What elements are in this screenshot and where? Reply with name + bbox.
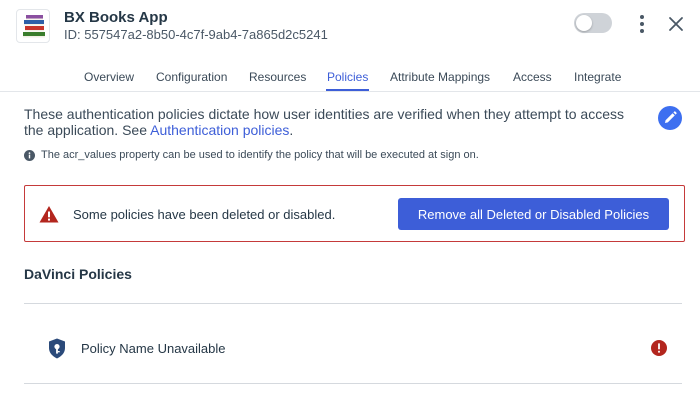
warning-icon — [39, 206, 59, 223]
info-icon — [24, 150, 35, 161]
tab-configuration[interactable]: Configuration — [156, 70, 227, 84]
books-icon — [16, 9, 50, 43]
davinci-policies-heading: DaVinci Policies — [24, 266, 132, 282]
policy-row[interactable]: Policy Name Unavailable — [24, 326, 682, 370]
active-tab-indicator — [326, 89, 369, 91]
authentication-policies-link[interactable]: Authentication policies — [150, 122, 289, 138]
description-end: . — [289, 122, 294, 138]
app-enabled-toggle[interactable] — [574, 13, 612, 33]
deleted-policies-alert: Some policies have been deleted or disab… — [24, 185, 685, 242]
section-divider — [24, 303, 682, 304]
description-text: These authentication policies dictate ho… — [24, 106, 624, 138]
tab-bar: Overview Configuration Resources Policie… — [0, 52, 700, 92]
policy-name: Policy Name Unavailable — [81, 341, 226, 356]
tab-attribute-mappings[interactable]: Attribute Mappings — [390, 70, 490, 84]
tab-integrate[interactable]: Integrate — [574, 70, 621, 84]
app-id: ID: 557547a2-8b50-4c7f-9ab4-7a865d2c5241 — [64, 27, 328, 42]
tab-overview[interactable]: Overview — [84, 70, 134, 84]
edit-policies-button[interactable] — [658, 106, 682, 130]
policies-description: These authentication policies dictate ho… — [24, 106, 634, 138]
shield-key-icon — [49, 338, 65, 359]
hint-text: The acr_values property can be used to i… — [41, 149, 479, 161]
tab-policies[interactable]: Policies — [327, 70, 368, 84]
error-icon — [651, 340, 667, 356]
pencil-icon — [665, 111, 677, 123]
app-name: BX Books App — [64, 9, 168, 26]
tab-access[interactable]: Access — [513, 70, 552, 84]
close-icon[interactable] — [666, 14, 686, 34]
tab-resources[interactable]: Resources — [249, 70, 306, 84]
app-header: BX Books App ID: 557547a2-8b50-4c7f-9ab4… — [0, 0, 700, 52]
remove-deleted-policies-button[interactable]: Remove all Deleted or Disabled Policies — [398, 198, 669, 230]
toggle-knob — [576, 15, 592, 31]
alert-message: Some policies have been deleted or disab… — [73, 207, 336, 222]
row-divider — [24, 383, 682, 384]
more-options-icon[interactable] — [635, 13, 649, 35]
